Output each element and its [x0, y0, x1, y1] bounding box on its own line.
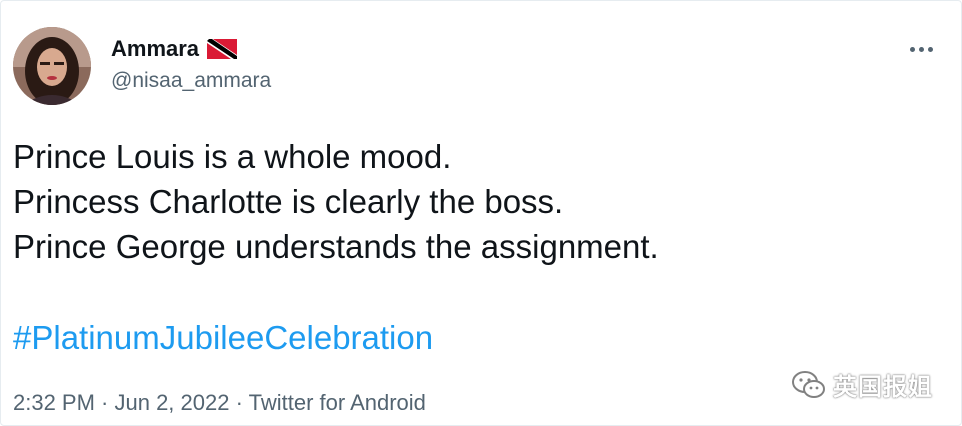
watermark-text: 英国报姐: [833, 373, 933, 401]
hashtag-link[interactable]: #PlatinumJubileeCelebration: [13, 315, 433, 360]
more-dot: [909, 46, 915, 52]
wechat-icon: [792, 370, 825, 398]
tweet-text: Prince Louis is a whole mood. Princess C…: [13, 134, 913, 269]
more-dot: [918, 46, 924, 52]
tweet-card: Ammara @nisaa_ammara Prince Louis is a w…: [0, 0, 962, 426]
tweet-text-line: Prince George understands the assignment…: [13, 228, 659, 265]
trinidad-and-tobago-flag-icon: [207, 39, 238, 59]
tweet-text-line: Princess Charlotte is clearly the boss.: [13, 183, 564, 220]
tweet-meta[interactable]: 2:32 PM · Jun 2, 2022 · Twitter for Andr…: [13, 388, 426, 418]
more-dot: [927, 46, 933, 52]
watermark: 英国报姐: [791, 367, 933, 402]
author-handle[interactable]: @nisaa_ammara: [111, 67, 271, 95]
author-name-row[interactable]: Ammara: [111, 35, 238, 63]
tweet-text-line: Prince Louis is a whole mood.: [13, 138, 452, 175]
more-options-icon[interactable]: [901, 37, 941, 61]
display-name[interactable]: Ammara: [111, 35, 199, 63]
avatar[interactable]: [13, 27, 91, 105]
